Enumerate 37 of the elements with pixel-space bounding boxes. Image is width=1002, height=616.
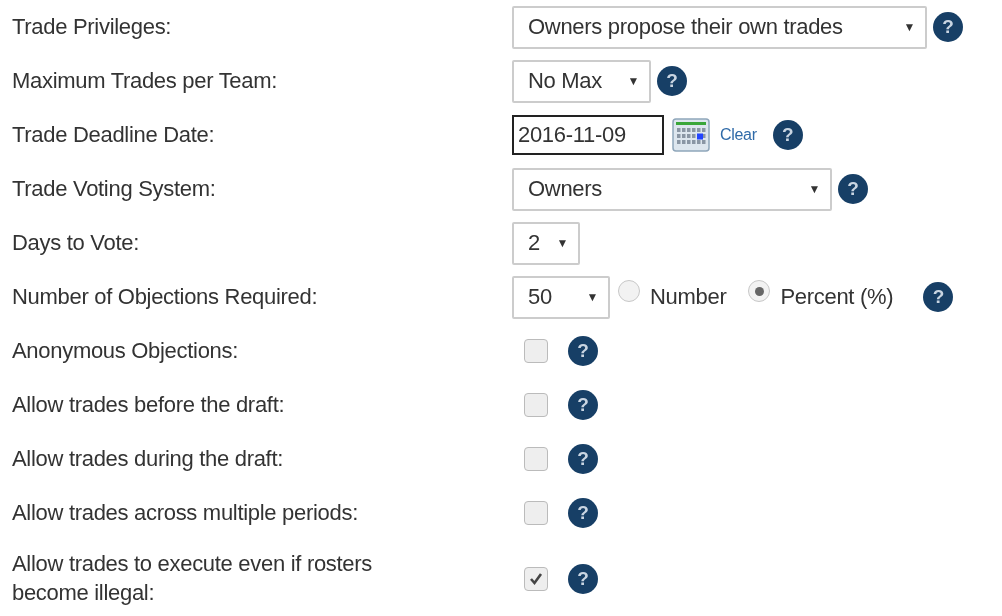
checkbox[interactable] [524,567,548,591]
checkbox[interactable] [524,447,548,471]
setting-label: Allow trades to execute even if rosters become illegal: [12,550,374,607]
setting-label: Anonymous Objections: [12,338,240,364]
setting-label: Trade Deadline Date: [12,122,216,148]
dropdown[interactable]: 2 ▼ [512,221,580,265]
help-icon[interactable]: ? [568,444,598,474]
setting-label: Trade Voting System: [12,176,217,202]
date-field[interactable]: 2016-11-09 [512,115,664,155]
help-icon[interactable]: ? [923,282,954,312]
help-icon[interactable]: ? [838,174,868,204]
setting-label: Allow trades during the draft: [12,446,285,472]
dropdown[interactable]: No Max ▼ [512,59,651,103]
help-icon[interactable]: ? [568,498,598,528]
checkbox[interactable] [524,339,548,363]
dropdown[interactable]: Owners ▼ [512,167,832,211]
setting-label: Number of Objections Required: [12,284,319,310]
dropdown[interactable]: Owners propose their own trades ▼ [512,5,927,49]
calendar-icon[interactable] [672,118,710,152]
checkbox[interactable] [524,393,548,417]
help-icon[interactable]: ? [568,336,598,366]
setting-label: Allow trades across multiple periods: [12,500,359,526]
check-icon [528,571,544,587]
radio-option[interactable]: Percent (%) [748,282,894,312]
radio-option[interactable]: Number [618,282,727,312]
setting-label: Days to Vote: [12,230,140,256]
help-icon[interactable]: ? [568,390,598,420]
dropdown[interactable]: 50 ▼ [512,275,610,319]
help-icon[interactable]: ? [933,12,963,42]
setting-label: Maximum Trades per Team: [12,68,279,94]
checkbox[interactable] [524,501,548,525]
setting-label: Trade Privileges: [12,14,173,40]
help-icon[interactable]: ? [657,66,687,96]
help-icon[interactable]: ? [568,564,598,594]
help-icon[interactable]: ? [772,120,803,150]
setting-label: Allow trades before the draft: [12,392,286,418]
clear-link[interactable]: Clear [720,126,757,144]
